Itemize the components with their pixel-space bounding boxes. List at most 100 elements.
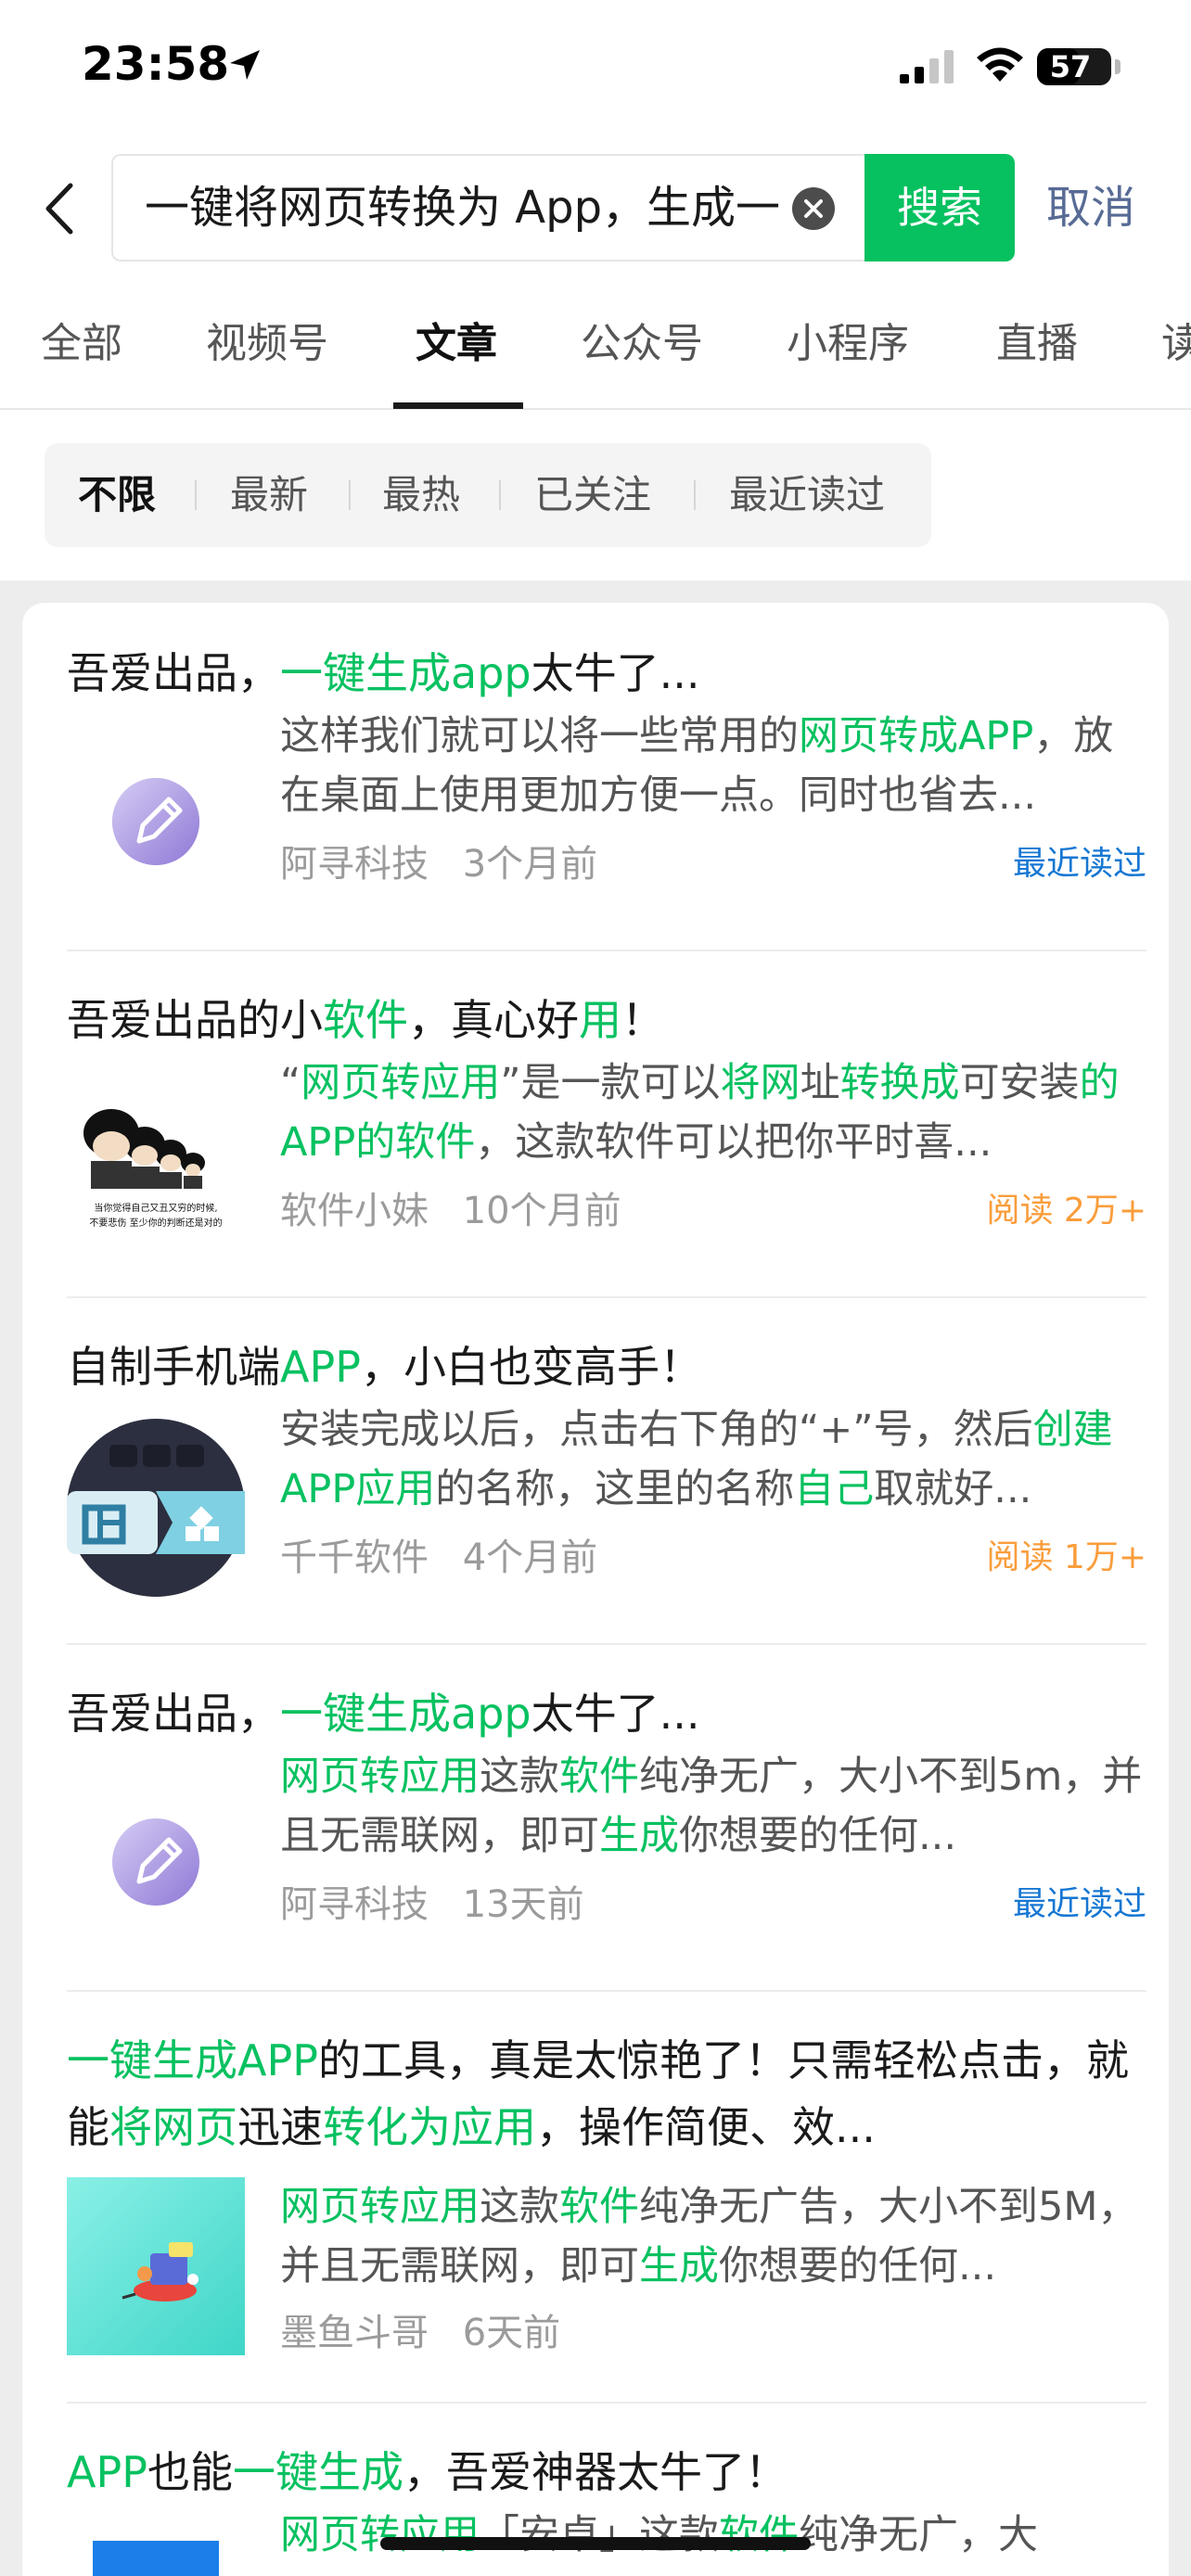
snippet-text: ，这款软件可以把你平时喜... bbox=[475, 1119, 992, 1166]
result-time: 4个月前 bbox=[462, 1537, 598, 1579]
pencil-icon bbox=[112, 778, 199, 865]
title-highlight: 一键生成APP bbox=[67, 2035, 318, 2085]
result-item[interactable]: 一键生成APP的工具，真是太惊艳了！只需轻松点击，就能将网页迅速转化为应用，操作… bbox=[67, 2027, 1146, 2407]
tab-mini-programs[interactable]: 小程序 bbox=[787, 295, 909, 408]
title-text: 自制手机端 bbox=[67, 1342, 280, 1392]
result-item[interactable]: 吾爱出品的小软件，真心好用！ 当你觉得自己又丑又穷的时候, 不要悲伤 至少你的判… bbox=[67, 987, 1146, 1302]
search-input[interactable]: 一键将网页转换为 App，生成一 bbox=[111, 154, 864, 261]
result-meta: 阿寻科技 3个月前 最近读过 bbox=[280, 836, 1146, 892]
snippet-highlight: 网页转应用 bbox=[280, 1753, 480, 1800]
category-tabs: 全部 视频号 文章 公众号 小程序 直播 读 bbox=[0, 295, 1191, 410]
snippet-text: 的名称，这里的名称 bbox=[435, 1466, 795, 1512]
title-highlight: 一键生成 bbox=[232, 2447, 403, 2497]
title-text: 太牛了... bbox=[531, 648, 700, 698]
snippet-text: 这样我们就可以将一些常用的 bbox=[280, 713, 799, 759]
snippet-text: 你想要的任何... bbox=[679, 1813, 957, 1859]
snippet-text: “ bbox=[280, 1060, 301, 1106]
meme-thumbnail: 当你觉得自己又丑又穷的时候, 不要悲伤 至少你的判断还是对的 bbox=[67, 1072, 245, 1250]
tab-read[interactable]: 读 bbox=[1161, 295, 1191, 408]
result-badge: 最近读过 bbox=[1012, 1885, 1146, 1923]
snippet-highlight: 软件 bbox=[719, 2512, 799, 2558]
title-highlight: 转化为应用 bbox=[323, 2102, 536, 2152]
result-meta: 墨鱼斗哥 6天前 bbox=[280, 2305, 1146, 2361]
snippet-text: 这款 bbox=[480, 2184, 559, 2230]
result-title[interactable]: 一键生成APP的工具，真是太惊艳了！只需轻松点击，就能将网页迅速转化为应用，操作… bbox=[67, 2027, 1146, 2161]
snippet-text: 址 bbox=[800, 1060, 840, 1106]
clear-icon[interactable] bbox=[792, 187, 835, 230]
result-item[interactable]: 吾爱出品，一键生成app太牛了... 网页转应用这款软件纯净无广，大小不到5m，… bbox=[67, 1680, 1146, 1996]
snippet-highlight: 软件 bbox=[559, 2184, 639, 2230]
result-title[interactable]: 吾爱出品，一键生成app太牛了... bbox=[67, 640, 1146, 707]
title-text: 吾爱出品的小 bbox=[67, 995, 323, 1045]
result-meta: 软件小妹 10个月前 阅读 2万+ bbox=[280, 1183, 1146, 1239]
divider bbox=[67, 950, 1146, 951]
result-source[interactable]: 墨鱼斗哥 bbox=[280, 2312, 429, 2354]
filter-bar: 不限 最新 最热 已关注 最近读过 bbox=[45, 443, 931, 547]
result-source[interactable]: 软件小妹 bbox=[280, 1190, 429, 1232]
result-time: 3个月前 bbox=[462, 843, 598, 886]
result-time: 10个月前 bbox=[462, 1190, 621, 1232]
cellular-signal-icon bbox=[900, 50, 954, 83]
snippet-text: 你想要的任何... bbox=[719, 2243, 997, 2289]
snippet-text: 「安卓」这款 bbox=[480, 2512, 719, 2558]
result-source[interactable]: 阿寻科技 bbox=[280, 843, 429, 886]
result-snippet: 网页转应用这款软件纯净无广，大小不到5m，并且无需联网，即可生成你想要的任何..… bbox=[280, 1747, 1146, 1866]
pencil-icon bbox=[112, 1818, 199, 1906]
filter-separator bbox=[694, 480, 696, 510]
result-title[interactable]: 吾爱出品的小软件，真心好用！ bbox=[67, 987, 1146, 1053]
filter-followed[interactable]: 已关注 bbox=[534, 443, 651, 547]
title-text: ，操作简便、效... bbox=[536, 2102, 876, 2152]
result-meta: 阿寻科技 13天前 最近读过 bbox=[280, 1877, 1146, 1932]
cancel-button[interactable]: 取消 bbox=[1046, 154, 1135, 261]
search-button[interactable]: 搜索 bbox=[864, 154, 1015, 261]
tab-all[interactable]: 全部 bbox=[41, 295, 122, 408]
filter-newest[interactable]: 最新 bbox=[230, 443, 308, 547]
result-badge: 阅读 2万+ bbox=[986, 1192, 1146, 1230]
filter-recently-read[interactable]: 最近读过 bbox=[729, 443, 885, 547]
result-title[interactable]: APP也能一键生成，吾爱神器太牛了！ bbox=[67, 2439, 1146, 2506]
divider bbox=[67, 1990, 1146, 1992]
battery-cap bbox=[1115, 59, 1121, 74]
result-title[interactable]: 自制手机端APP，小白也变高手！ bbox=[67, 1333, 1146, 1400]
result-title[interactable]: 吾爱出品，一键生成app太牛了... bbox=[67, 1680, 1146, 1747]
results-list: 吾爱出品，一键生成app太牛了... 这样我们就可以将一些常用的网页转成APP，… bbox=[22, 603, 1169, 2576]
blue-thumbnail bbox=[93, 2541, 219, 2576]
snippet-highlight: 转换成 bbox=[839, 1060, 960, 1106]
illustration-thumbnail bbox=[67, 2177, 245, 2355]
status-bar: 23:58 57 bbox=[0, 0, 1191, 130]
title-text: 也能 bbox=[147, 2447, 233, 2497]
search-query-text[interactable]: 一键将网页转换为 App，生成一 bbox=[145, 156, 794, 260]
divider bbox=[67, 1643, 1146, 1645]
meme-caption-line1: 当你觉得自己又丑又穷的时候, bbox=[94, 1202, 217, 1214]
filter-hottest[interactable]: 最热 bbox=[382, 443, 460, 547]
result-source[interactable]: 千千软件 bbox=[280, 1537, 429, 1579]
title-highlight: 一键生成app bbox=[280, 1689, 531, 1739]
result-snippet: 安装完成以后，点击右下角的“+”号，然后创建APP应用的名称，这里的名称自己取就… bbox=[280, 1400, 1146, 1519]
snippet-highlight: 软件 bbox=[559, 1753, 639, 1800]
tab-official-accounts[interactable]: 公众号 bbox=[581, 295, 703, 408]
result-time: 6天前 bbox=[462, 2312, 561, 2354]
result-item[interactable]: 自制手机端APP，小白也变高手！ 安装完成以后，点击右下角的“+”号，然后创建A… bbox=[67, 1333, 1146, 1649]
result-item[interactable]: 吾爱出品，一键生成app太牛了... 这样我们就可以将一些常用的网页转成APP，… bbox=[67, 640, 1146, 955]
result-source[interactable]: 阿寻科技 bbox=[280, 1883, 429, 1926]
snippet-text: 纯净无广，大 bbox=[799, 2512, 1038, 2558]
battery-percent: 57 bbox=[1049, 49, 1092, 84]
snippet-text: 安装完成以后，点击右下角的“+”号，然后 bbox=[280, 1407, 1033, 1453]
tab-live[interactable]: 直播 bbox=[996, 295, 1078, 408]
result-snippet: 网页转应用「安卓」这款软件纯净无广，大 bbox=[280, 2506, 1146, 2565]
snippet-highlight: 网页转应用 bbox=[280, 2184, 480, 2230]
title-text: 吾爱出品， bbox=[67, 648, 280, 698]
result-time: 13天前 bbox=[462, 1883, 584, 1926]
result-item[interactable]: APP也能一键生成，吾爱神器太牛了！ 网页转应用「安卓」这款软件纯净无广，大 bbox=[67, 2439, 1146, 2576]
tab-video[interactable]: 视频号 bbox=[206, 295, 328, 408]
title-highlight: 将网页 bbox=[109, 2102, 237, 2152]
wifi-icon bbox=[977, 47, 1023, 82]
tab-articles[interactable]: 文章 bbox=[416, 295, 497, 408]
app-grid-icon bbox=[67, 1419, 245, 1597]
home-indicator[interactable] bbox=[380, 2537, 811, 2550]
title-highlight: APP bbox=[280, 1342, 361, 1392]
filter-unlimited[interactable]: 不限 bbox=[78, 443, 156, 547]
back-arrow-icon[interactable] bbox=[37, 176, 83, 241]
title-text: 吾爱出品， bbox=[67, 1689, 280, 1739]
snippet-text: 可安装 bbox=[959, 1060, 1080, 1106]
